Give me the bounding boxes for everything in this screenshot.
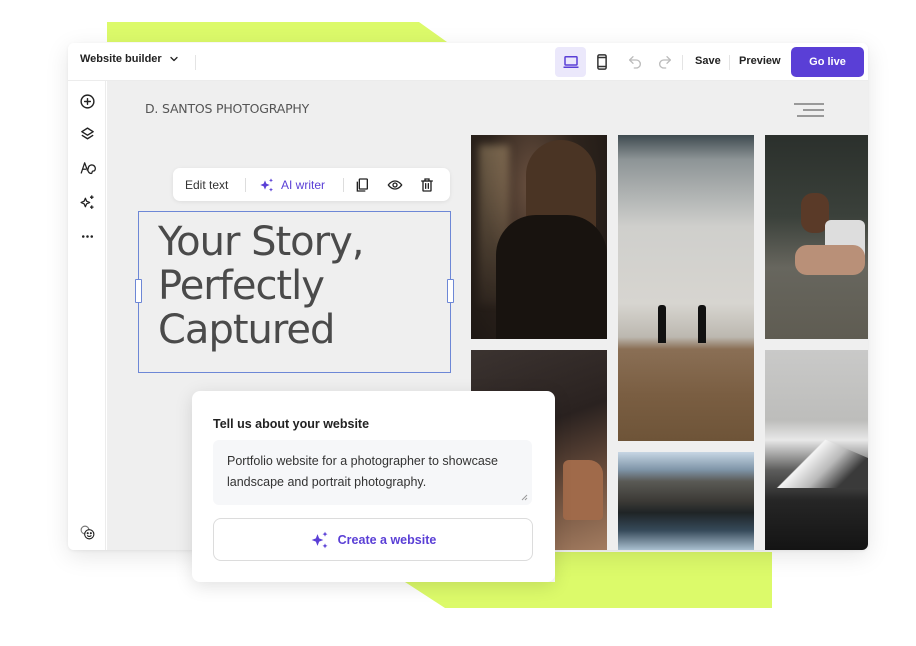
- laptop-icon: [563, 56, 578, 68]
- resize-grip-icon[interactable]: [520, 493, 528, 501]
- decorative-accent-bottom-fill: [555, 552, 772, 608]
- sidebar-item-layers[interactable]: [76, 123, 98, 145]
- create-website-label: Create a website: [337, 532, 437, 547]
- website-description-input[interactable]: Portfolio website for a photographer to …: [213, 440, 532, 505]
- project-dropdown[interactable]: Website builder: [80, 53, 180, 65]
- more-icon: [81, 234, 93, 238]
- divider: [729, 55, 730, 70]
- eye-icon: [387, 179, 403, 190]
- sidebar-item-ai-tools[interactable]: [76, 191, 98, 213]
- mobile-icon: [596, 54, 607, 70]
- gallery-photo-mountain-lake[interactable]: [618, 452, 754, 550]
- site-menu-icon[interactable]: [794, 101, 826, 117]
- ai-writer-button[interactable]: AI writer: [259, 168, 325, 201]
- divider: [343, 178, 344, 192]
- site-headline[interactable]: Your Story, Perfectly Captured: [158, 220, 448, 352]
- resize-handle-left[interactable]: [135, 279, 142, 303]
- divider: [245, 178, 246, 192]
- sidebar-item-more[interactable]: [76, 225, 98, 247]
- create-website-button[interactable]: Create a website: [213, 518, 533, 561]
- copy-icon: [356, 177, 368, 192]
- website-description-value: Portfolio website for a photographer to …: [227, 454, 498, 489]
- layers-icon: [80, 126, 94, 139]
- ai-writer-label: AI writer: [281, 177, 326, 192]
- gallery-photo-portrait-coat[interactable]: [471, 135, 607, 339]
- website-prompt-card: Tell us about your website Portfolio web…: [192, 391, 555, 582]
- desktop-view-button[interactable]: [555, 47, 586, 77]
- top-toolbar: Website builder Save Preview Go live: [68, 43, 868, 81]
- delete-button[interactable]: [419, 168, 435, 201]
- text-edit-toolbar: Edit text AI writer: [173, 168, 450, 201]
- mobile-view-button[interactable]: [586, 47, 617, 77]
- edit-text-button[interactable]: Edit text: [185, 168, 228, 201]
- sparkles-icon: [311, 531, 328, 548]
- gallery-photo-surfers-beach[interactable]: [618, 135, 754, 441]
- chevron-down-icon: [170, 56, 178, 62]
- divider: [195, 55, 196, 70]
- preview-button[interactable]: Preview: [739, 55, 781, 67]
- undo-icon[interactable]: [627, 54, 643, 70]
- resize-handle-right[interactable]: [447, 279, 454, 303]
- decorative-accent-top: [107, 22, 447, 42]
- plus-circle-icon: [79, 93, 95, 109]
- trash-icon: [421, 177, 433, 192]
- site-logo[interactable]: D. SANTOS PHOTOGRAPHY: [145, 101, 309, 116]
- sparkles-icon: [260, 177, 273, 192]
- sparkles-icon: [79, 194, 94, 209]
- save-button[interactable]: Save: [695, 55, 721, 67]
- project-dropdown-label: Website builder: [80, 53, 162, 65]
- duplicate-button[interactable]: [354, 168, 370, 201]
- sidebar-item-help[interactable]: [76, 521, 98, 543]
- palette-icon: [80, 161, 96, 174]
- sidebar-item-styles[interactable]: [76, 157, 98, 179]
- prompt-title: Tell us about your website: [213, 417, 370, 431]
- left-sidebar: [68, 81, 106, 550]
- selected-headline-block[interactable]: Your Story, Perfectly Captured: [135, 211, 454, 373]
- visibility-button[interactable]: [387, 168, 403, 201]
- go-live-button[interactable]: Go live: [791, 47, 864, 77]
- sidebar-item-add[interactable]: [76, 90, 98, 112]
- smileys-icon: [80, 525, 94, 539]
- divider: [682, 55, 683, 70]
- redo-icon[interactable]: [657, 54, 673, 70]
- gallery-photo-woman-field[interactable]: [765, 135, 868, 339]
- gallery-photo-snowy-peak[interactable]: [765, 350, 868, 550]
